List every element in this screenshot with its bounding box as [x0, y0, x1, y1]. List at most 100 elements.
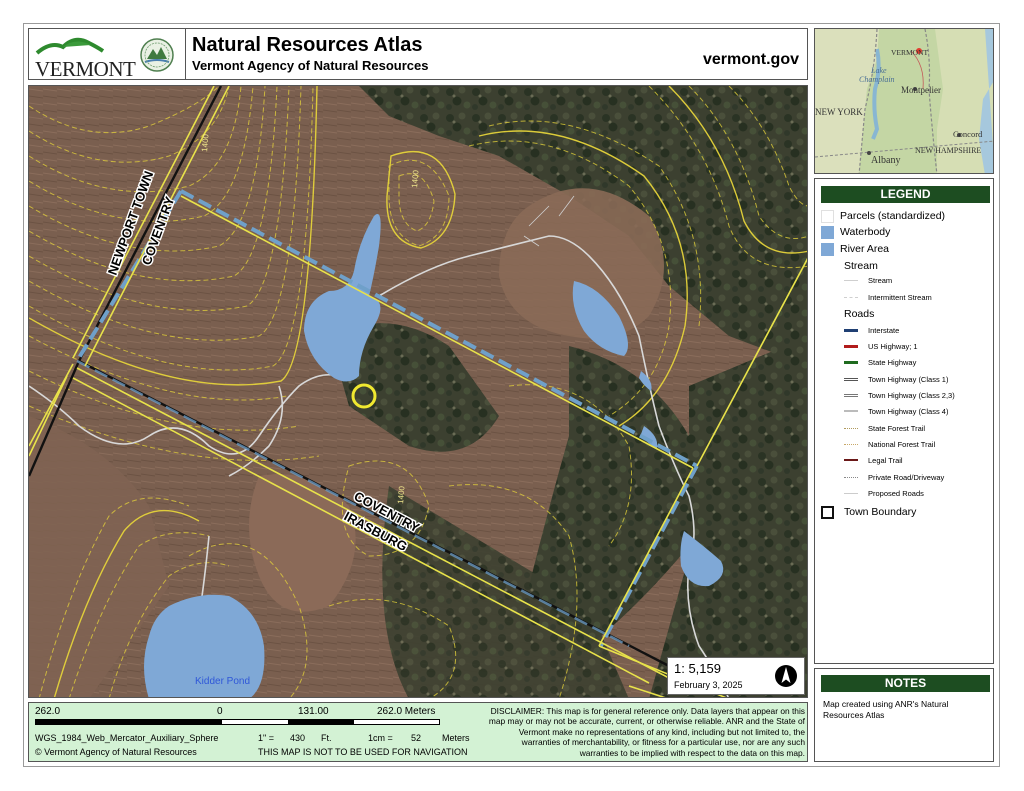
vermont-wordmark: VERMONT: [35, 57, 136, 81]
legend-item-proposed-roads: Proposed Roads: [844, 486, 924, 500]
scale-label-right: 262.0 Meters: [377, 706, 436, 717]
legend-label: Proposed Roads: [868, 488, 924, 498]
stream-line-icon: [844, 279, 858, 281]
cm-scale-unit: Meters: [442, 733, 470, 743]
north-arrow-icon: [774, 664, 798, 688]
anr-seal-icon: [139, 37, 175, 73]
map-header: VERMONT Natural Resources Atlas Vermont …: [28, 28, 808, 81]
projection-label: WGS_1984_Web_Mercator_Auxiliary_Sphere: [35, 733, 219, 743]
legend-group-label: Roads: [844, 308, 875, 320]
legend-label: Town Boundary: [844, 506, 917, 518]
scale-box: 1: 5,159 February 3, 2025: [667, 657, 805, 695]
legend-item-parcels: Parcels (standardized): [821, 209, 945, 223]
legend-label: Town Highway (Class 2,3): [868, 390, 955, 400]
legend-label: Legal Trail: [868, 455, 903, 465]
legend-label: Stream: [868, 275, 893, 285]
legend-group-label: Stream: [844, 260, 878, 272]
map-canvas: 1400 1400 1400 NEWPORT TOWN COVENTRY COV…: [29, 86, 807, 697]
legend-item-us-highway: US Highway; 1: [844, 339, 918, 353]
legend-item-interstate: Interstate: [844, 323, 899, 337]
legend-group-stream: Stream: [844, 259, 878, 273]
legend-item-town-hwy-1: Town Highway (Class 1): [844, 372, 948, 386]
locator-label-montpelier: Montpelier: [901, 85, 941, 95]
contour-label: 1400: [396, 485, 407, 504]
pond-label: Kidder Pond: [195, 676, 250, 687]
locator-label-vermont: VERMONT: [891, 48, 929, 57]
site-link[interactable]: vermont.gov: [703, 51, 799, 69]
notes-panel: NOTES Map created using ANR's Natural Re…: [814, 668, 994, 762]
legend-label: Private Road/Driveway: [868, 472, 945, 482]
scale-label-left: 262.0: [35, 706, 61, 717]
state-forest-line-icon: [844, 427, 858, 429]
legend-item-state-highway: State Highway: [844, 355, 916, 369]
us-highway-line-icon: [844, 344, 858, 348]
navigation-warning: THIS MAP IS NOT TO BE USED FOR NAVIGATIO…: [258, 747, 468, 757]
copyright-label: © Vermont Agency of Natural Resources: [35, 747, 197, 757]
national-forest-line-icon: [844, 443, 858, 445]
private-road-line-icon: [844, 476, 858, 478]
legend-item-national-forest: National Forest Trail: [844, 437, 935, 451]
contour-label: 1400: [200, 133, 211, 152]
legend-item-river-area: River Area: [821, 242, 889, 256]
locator-label-new-hampshire: NEW HAMPSHIRE: [915, 146, 981, 155]
legend-label: Intermittent Stream: [868, 292, 932, 302]
legend-item-intermittent: Intermittent Stream: [844, 290, 932, 304]
map-date: February 3, 2025: [674, 680, 743, 690]
inch-scale-value: 430: [290, 733, 306, 743]
legend-label: Interstate: [868, 325, 900, 335]
scale-label-zero: 0: [217, 706, 223, 717]
page-title: Natural Resources Atlas: [192, 34, 423, 56]
legend-item-private-road: Private Road/Driveway: [844, 470, 944, 484]
scale-label-mid: 131.00: [298, 706, 329, 717]
notes-text: Map created using ANR's Natural Resource…: [823, 699, 949, 720]
locator-map[interactable]: VERMONT Lake Champlain Montpelier NEW YOR…: [814, 28, 994, 174]
inch-scale-label: 1" =: [258, 733, 274, 743]
main-map[interactable]: 1400 1400 1400 NEWPORT TOWN COVENTRY COV…: [28, 85, 808, 698]
legend-label: National Forest Trail: [868, 439, 936, 449]
waterbody-swatch-icon: [821, 225, 834, 239]
legend-item-state-forest: State Forest Trail: [844, 421, 925, 435]
legend-label: Town Highway (Class 4): [868, 406, 949, 416]
legend-label: Town Highway (Class 1): [868, 374, 949, 384]
river-area-swatch-icon: [821, 242, 834, 256]
legend-label: State Highway: [868, 357, 917, 367]
town-boundary-swatch-icon: [821, 505, 834, 519]
map-footer: 262.0 0 131.00 262.0 Meters WGS_1984_Web…: [28, 702, 808, 762]
scale-bar: [35, 719, 440, 725]
legend-label: Waterbody: [840, 226, 891, 238]
legend-item-town-boundary: Town Boundary: [821, 505, 916, 519]
legal-trail-line-icon: [844, 459, 858, 461]
page-subtitle: Vermont Agency of Natural Resources: [192, 58, 429, 73]
parcel-swatch-icon: [821, 209, 834, 223]
town-hwy-23-line-icon: [844, 393, 858, 397]
intermittent-line-icon: [844, 296, 858, 298]
interstate-line-icon: [844, 328, 858, 332]
legend-panel: LEGEND Parcels (standardized) Waterbody …: [814, 178, 994, 664]
town-hwy-1-line-icon: [844, 377, 858, 381]
legend-label: US Highway; 1: [868, 341, 918, 351]
legend-item-town-hwy-23: Town Highway (Class 2,3): [844, 388, 955, 402]
legend-item-town-hwy-4: Town Highway (Class 4): [844, 404, 948, 418]
legend-item-waterbody: Waterbody: [821, 225, 890, 239]
locator-label-concord: Concord: [953, 129, 983, 139]
cm-scale-label: 1cm =: [368, 733, 393, 743]
contour-label: 1400: [410, 169, 421, 188]
scale-ratio: 1: 5,159: [674, 661, 721, 676]
disclaimer-text: DISCLAIMER: This map is for general refe…: [488, 706, 805, 758]
legend-item-stream: Stream: [844, 273, 892, 287]
cm-scale-value: 52: [411, 733, 422, 743]
legend-group-roads: Roads: [844, 307, 874, 321]
header-divider: [185, 29, 186, 79]
legend-item-legal-trail: Legal Trail: [844, 453, 903, 467]
legend-title: LEGEND: [821, 186, 990, 203]
inch-scale-unit: Ft.: [321, 733, 332, 743]
locator-canvas: VERMONT Lake Champlain Montpelier NEW YOR…: [815, 29, 993, 173]
legend-label: Parcels (standardized): [840, 210, 946, 222]
locator-label-albany: Albany: [871, 155, 900, 166]
vermont-logo: VERMONT: [33, 33, 136, 81]
town-hwy-4-line-icon: [844, 410, 858, 412]
legend-label: State Forest Trail: [868, 423, 926, 433]
legend-label: River Area: [840, 243, 890, 255]
proposed-roads-line-icon: [844, 492, 858, 494]
state-highway-line-icon: [844, 360, 858, 364]
